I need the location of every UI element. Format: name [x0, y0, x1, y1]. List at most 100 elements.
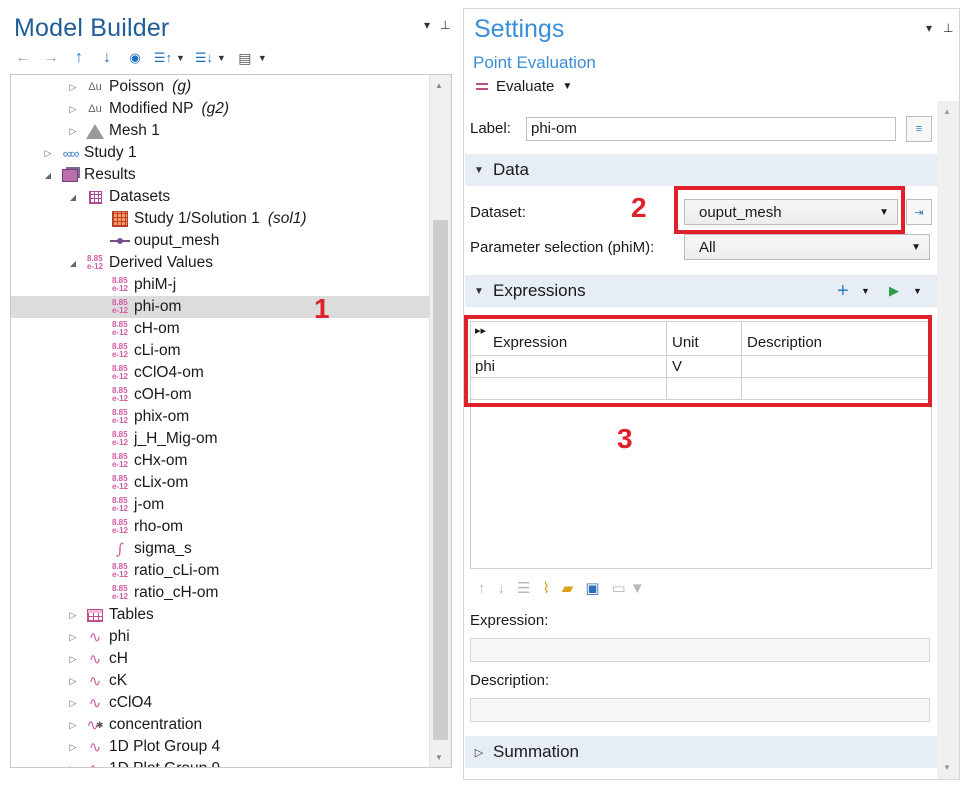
- expand-icon[interactable]: ▷: [42, 148, 54, 159]
- expand-icon[interactable]: ▷: [67, 742, 79, 753]
- expand-sections-icon[interactable]: ☰↑: [152, 47, 174, 69]
- settings-scrollbar[interactable]: ▲ ▼: [937, 101, 959, 779]
- open-folder-icon[interactable]: ▰: [562, 579, 574, 597]
- pin-icon[interactable]: ⊥: [440, 18, 450, 32]
- derived-values-icon: 8.85 e-12: [111, 386, 128, 403]
- expand-icon[interactable]: ▷: [67, 104, 79, 115]
- replace-expression-icon[interactable]: ▶: [889, 283, 899, 299]
- tree-item-results[interactable]: ◢ Results: [11, 164, 429, 186]
- tree-item-phix-om[interactable]: 8.85 e-12 phix-om: [11, 406, 429, 428]
- pane-menu-icon[interactable]: ▾: [424, 18, 430, 32]
- tree-item-phim-j[interactable]: 8.85 e-12 phiM-j: [11, 274, 429, 296]
- evaluate-button[interactable]: Evaluate ▼: [476, 78, 572, 95]
- tree-item-phi[interactable]: ▷ ∿ phi: [11, 626, 429, 648]
- tree-item-tables[interactable]: ▷ Tables: [11, 604, 429, 626]
- description-field[interactable]: [470, 698, 930, 722]
- tree-item-ratio-ch-om[interactable]: 8.85 e-12 ratio_cH-om: [11, 582, 429, 604]
- expand-icon[interactable]: ▷: [67, 720, 79, 731]
- clear-table-icon[interactable]: ⌇: [542, 579, 549, 597]
- expand-icon[interactable]: ▷: [67, 82, 79, 93]
- tree-item-1d-plot-group-9[interactable]: ▷ ∿ 1D Plot Group 9: [11, 758, 429, 768]
- label-field[interactable]: phi-om: [526, 117, 896, 141]
- tree-options-icon[interactable]: ▤: [234, 47, 256, 69]
- expand-icon[interactable]: ▷: [67, 676, 79, 687]
- tree-item-derived-values[interactable]: ◢ 8.85 e-12 Derived Values: [11, 252, 429, 274]
- tree-item-ck[interactable]: ▷ ∿ cK: [11, 670, 429, 692]
- scroll-up-icon[interactable]: ▲: [943, 107, 951, 116]
- tree-scrollbar[interactable]: ▲ ▼: [429, 75, 451, 767]
- tree-item-datasets[interactable]: ◢ Datasets: [11, 186, 429, 208]
- scroll-up-icon[interactable]: ▲: [435, 81, 443, 90]
- tree-item-j-om[interactable]: 8.85 e-12 j-om: [11, 494, 429, 516]
- tree-item-cclo4-om[interactable]: 8.85 e-12 cClO4-om: [11, 362, 429, 384]
- scroll-down-icon[interactable]: ▼: [943, 763, 951, 772]
- tree-item-mesh-1[interactable]: ▷ Mesh 1: [11, 120, 429, 142]
- tree-item-concentration[interactable]: ▷ ∿ ✱ concentration: [11, 714, 429, 736]
- tree-item-ch-om[interactable]: 8.85 e-12 cH-om: [11, 318, 429, 340]
- tree-item-solution[interactable]: Study 1/Solution 1 (sol1): [11, 208, 429, 230]
- tree-item-ratio-cli-om[interactable]: 8.85 e-12 ratio_cLi-om: [11, 560, 429, 582]
- move-up-icon[interactable]: ↑: [478, 580, 486, 597]
- data-section-header[interactable]: ▼ Data: [465, 154, 937, 186]
- chevron-down-icon[interactable]: ▼: [176, 53, 185, 63]
- move-down-icon[interactable]: ↓: [96, 47, 118, 69]
- scroll-down-icon[interactable]: ▼: [435, 753, 443, 762]
- tree-item-study-1[interactable]: ▷ ∞∞ Study 1: [11, 142, 429, 164]
- tree-item-coh-om[interactable]: 8.85 e-12 cOH-om: [11, 384, 429, 406]
- label-rename-icon[interactable]: ≡: [906, 116, 932, 142]
- chevron-down-icon[interactable]: ▼: [562, 81, 572, 92]
- expand-icon[interactable]: ▷: [465, 746, 493, 759]
- tree-item-poisson[interactable]: ▷ Δu Poisson (g): [11, 76, 429, 98]
- tree-item-cli-om[interactable]: 8.85 e-12 cLi-om: [11, 340, 429, 362]
- tree-item-sigma-s[interactable]: ∫ sigma_s: [11, 538, 429, 560]
- move-down-icon[interactable]: ↓: [498, 580, 506, 597]
- forward-arrow-icon[interactable]: →: [40, 47, 62, 69]
- tree-item-ch[interactable]: ▷ ∿ cH: [11, 648, 429, 670]
- chevron-down-icon[interactable]: ▼: [217, 53, 226, 63]
- pane-menu-icon[interactable]: ▾: [926, 21, 932, 35]
- tree-item-chx-om[interactable]: 8.85 e-12 cHx-om: [11, 450, 429, 472]
- show-icon[interactable]: ◉: [124, 47, 146, 69]
- collapse-icon[interactable]: ▼: [465, 286, 493, 297]
- evaluate-icon: [476, 83, 488, 90]
- expand-icon[interactable]: ▷: [67, 764, 79, 768]
- add-expression-icon[interactable]: +: [837, 280, 849, 303]
- collapse-icon[interactable]: ◢: [67, 259, 79, 268]
- delete-rows-icon[interactable]: ☰: [517, 579, 530, 597]
- annotation-number-2: 2: [631, 192, 647, 223]
- tree-item-cclo4[interactable]: ▷ ∿ cClO4: [11, 692, 429, 714]
- more-options-icon[interactable]: ▭ ▼: [612, 579, 645, 597]
- save-icon[interactable]: ▣: [585, 579, 599, 597]
- expand-icon[interactable]: ▷: [67, 126, 79, 137]
- tree-item-ouput-mesh[interactable]: ouput_mesh: [11, 230, 429, 252]
- tree-item-modified-np[interactable]: ▷ Δu Modified NP (g2): [11, 98, 429, 120]
- chevron-down-icon[interactable]: ▼: [913, 286, 922, 296]
- chevron-down-icon[interactable]: ▼: [861, 286, 870, 296]
- collapse-icon[interactable]: ◢: [67, 193, 79, 202]
- scroll-thumb[interactable]: [433, 220, 448, 740]
- derived-values-icon: 8.85 e-12: [111, 364, 128, 381]
- tree-item-phi-om[interactable]: 8.85 e-12 phi-om: [11, 296, 429, 318]
- tree-item-clix-om[interactable]: 8.85 e-12 cLix-om: [11, 472, 429, 494]
- pin-icon[interactable]: ⊥: [943, 21, 953, 35]
- derived-values-icon: 8.85 e-12: [111, 562, 128, 579]
- collapse-icon[interactable]: ▼: [465, 165, 493, 176]
- tree-item-j-h-mig-om[interactable]: 8.85 e-12 j_H_Mig-om: [11, 428, 429, 450]
- move-up-icon[interactable]: ↑: [68, 47, 90, 69]
- derived-values-icon: 8.85 e-12: [111, 298, 128, 315]
- expand-icon[interactable]: ▷: [67, 698, 79, 709]
- tree-item-rho-om[interactable]: 8.85 e-12 rho-om: [11, 516, 429, 538]
- go-to-source-icon[interactable]: ⇥: [906, 199, 932, 225]
- expand-icon[interactable]: ▷: [67, 632, 79, 643]
- expression-field[interactable]: [470, 638, 930, 662]
- collapse-icon[interactable]: ◢: [42, 171, 54, 180]
- expand-icon[interactable]: ▷: [67, 654, 79, 665]
- parameter-selection-select[interactable]: All ▼: [684, 234, 930, 260]
- tree-item-1d-plot-group-4[interactable]: ▷ ∿ 1D Plot Group 4: [11, 736, 429, 758]
- chevron-down-icon[interactable]: ▼: [258, 53, 267, 63]
- collapse-sections-icon[interactable]: ☰↓: [193, 47, 215, 69]
- expand-icon[interactable]: ▷: [67, 610, 79, 621]
- summation-section-header[interactable]: ▷ Summation: [465, 736, 937, 768]
- back-arrow-icon[interactable]: ←: [12, 47, 34, 69]
- expressions-section-header[interactable]: ▼ Expressions + ▼ ▶ ▼: [465, 275, 937, 307]
